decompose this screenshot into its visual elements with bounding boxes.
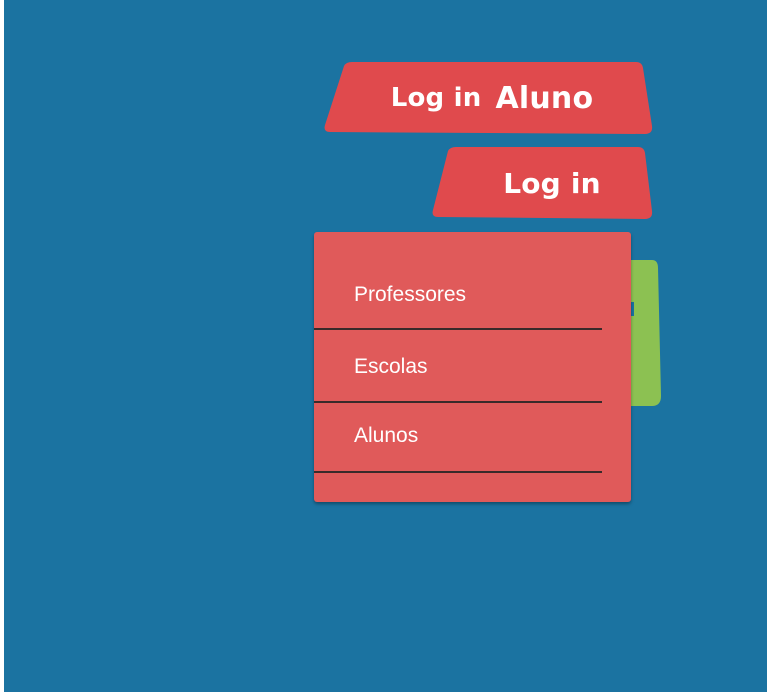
- login-label: Log in: [503, 166, 601, 200]
- menu-item-professores[interactable]: Professores: [314, 268, 602, 330]
- menu-item-alunos[interactable]: Alunos: [314, 405, 602, 473]
- login-aluno-label: Log in Aluno: [322, 60, 658, 136]
- login-aluno-button[interactable]: Log in Aluno: [322, 60, 654, 136]
- login-dropdown-menu: Professores Escolas Alunos: [314, 232, 631, 502]
- page-background: Log in Aluno Log in Professores Escolas …: [4, 0, 767, 692]
- menu-item-escolas[interactable]: Escolas: [314, 332, 602, 403]
- login-aluno-label-part2: Aluno: [495, 80, 594, 116]
- login-button[interactable]: Log in: [430, 145, 654, 221]
- login-aluno-label-part1: Log in: [390, 83, 482, 113]
